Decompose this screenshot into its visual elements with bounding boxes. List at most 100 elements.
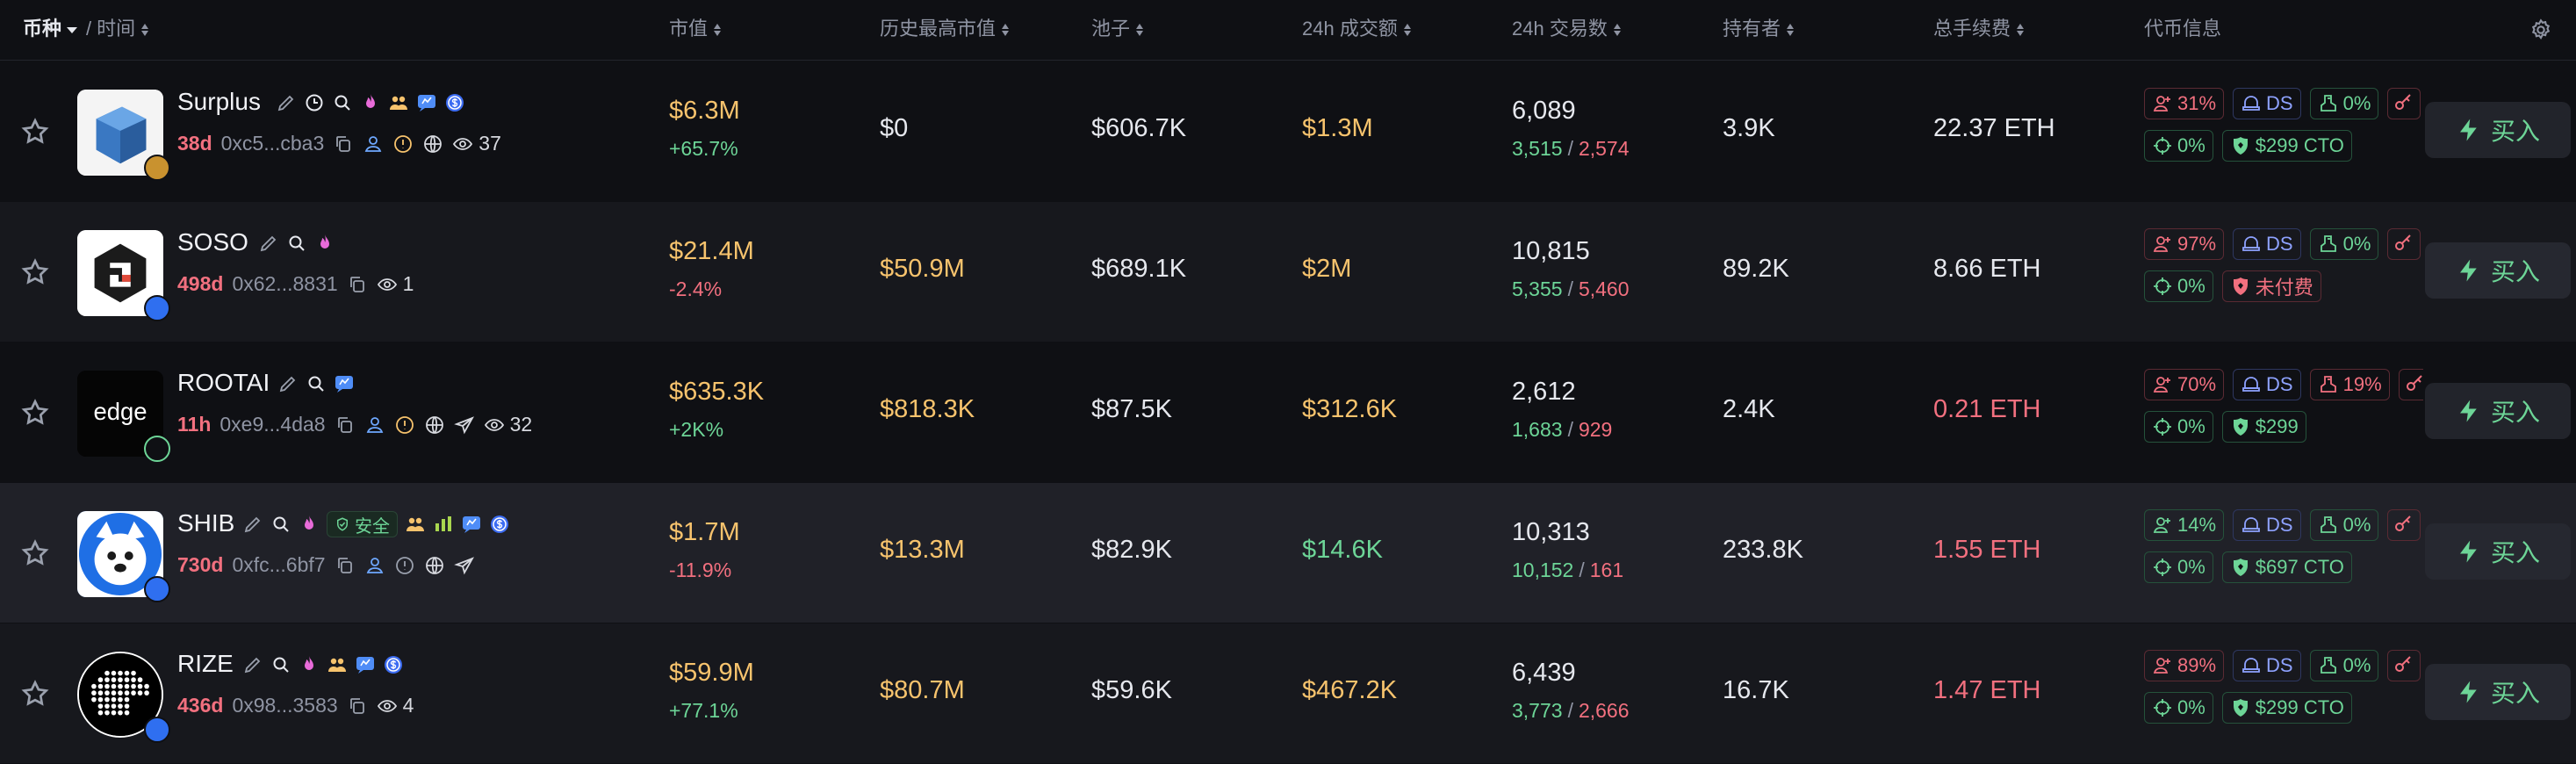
key-tag[interactable] (2398, 369, 2423, 400)
token-address[interactable]: 0xc5...cba3 (221, 132, 325, 155)
sniper-tag[interactable]: 0% (2144, 551, 2213, 583)
token-name[interactable]: SHIB (177, 509, 234, 537)
search-icon[interactable] (306, 373, 327, 394)
table-row[interactable]: edge ROOTAI 11h 0xe9...4da8 32 $635.3K +2K% $81… (0, 342, 2576, 482)
edit-icon[interactable] (276, 92, 297, 113)
sort-icon[interactable] (1613, 22, 1622, 38)
search-icon[interactable] (270, 654, 291, 675)
dex-paid-tag[interactable]: 未付费 (2221, 270, 2321, 302)
key-tag[interactable] (2387, 228, 2421, 260)
copy-icon[interactable] (347, 696, 368, 717)
token-name[interactable]: SOSO (177, 228, 248, 256)
telegram-icon[interactable] (453, 555, 475, 576)
ath-cap-header[interactable]: 历史最高市值 (880, 18, 996, 40)
dev-user-icon[interactable] (363, 133, 384, 155)
key-tag[interactable] (2387, 509, 2421, 541)
dex-paid-tag[interactable]: $299 (2221, 411, 2306, 443)
insider-tag[interactable]: 0% (2309, 228, 2379, 260)
sort-icon[interactable] (2016, 22, 2025, 38)
sort-txns[interactable]: 24h 交易数 (1512, 0, 1622, 60)
table-row[interactable]: SOSO 498d 0x62...8831 1 $21.4M -2.4% $50.9M $68… (0, 202, 2576, 342)
table-row[interactable]: Surplus 38d 0xc5...cba3 37 $6.3M +65.7% $0 $606… (0, 61, 2576, 201)
edit-icon[interactable] (277, 373, 299, 394)
globe-icon[interactable] (424, 414, 445, 436)
star-icon[interactable] (19, 116, 51, 148)
top10-holders-tag[interactable]: 89% (2144, 650, 2225, 681)
top10-holders-tag[interactable]: 14% (2144, 509, 2225, 541)
token-address[interactable]: 0x62...8831 (232, 272, 337, 296)
pool-header[interactable]: 池子 (1091, 18, 1130, 40)
globe-icon[interactable] (422, 133, 443, 155)
search-icon[interactable] (270, 514, 291, 535)
holders-header[interactable]: 持有者 (1723, 18, 1781, 40)
token-address[interactable]: 0xe9...4da8 (219, 413, 325, 436)
token-name[interactable]: RIZE (177, 650, 234, 678)
top10-holders-tag[interactable]: 31% (2144, 88, 2225, 119)
sort-volume[interactable]: 24h 成交额 (1302, 0, 1412, 60)
sort-market-cap[interactable]: 市值 (669, 0, 722, 60)
top10-holders-tag[interactable]: 70% (2144, 369, 2225, 400)
clock-icon[interactable] (304, 92, 325, 113)
buy-button[interactable]: 买入 (2425, 383, 2571, 439)
alert-icon[interactable] (394, 555, 415, 576)
chevron-down-icon[interactable] (67, 26, 78, 33)
gear-icon[interactable] (2529, 18, 2553, 42)
ds-tag[interactable]: DS (2233, 88, 2301, 119)
edit-icon[interactable] (258, 233, 279, 254)
token-name[interactable]: ROOTAI (177, 369, 270, 397)
buy-button[interactable]: 买入 (2425, 102, 2571, 158)
insider-tag[interactable]: 0% (2309, 650, 2379, 681)
alert-icon[interactable] (392, 133, 414, 155)
ds-tag[interactable]: DS (2233, 369, 2301, 400)
dex-paid-tag[interactable]: $697 CTO (2221, 551, 2352, 583)
key-tag[interactable] (2387, 650, 2421, 681)
table-row[interactable]: RIZE 436d 0x98...3583 4 $59.9M +77.1% $80.7M $5… (0, 623, 2576, 763)
txns-header[interactable]: 24h 交易数 (1512, 18, 1608, 40)
sniper-tag[interactable]: 0% (2144, 692, 2213, 724)
key-tag[interactable] (2387, 88, 2421, 119)
sort-icon[interactable] (1001, 22, 1010, 38)
buy-button[interactable]: 买入 (2425, 242, 2571, 299)
table-row[interactable]: SHIB 安全 730d 0xfc...6bf7 $1.7M -11.9% $13.3M $8… (0, 483, 2576, 623)
volume-header[interactable]: 24h 成交额 (1302, 18, 1398, 40)
sort-icon[interactable] (140, 22, 149, 38)
fees-header[interactable]: 总手续费 (1933, 18, 2011, 40)
sort-pool[interactable]: 池子 (1091, 0, 1144, 60)
top10-holders-tag[interactable]: 97% (2144, 228, 2225, 260)
time-label[interactable]: 时间 (97, 18, 135, 40)
sort-ath-cap[interactable]: 历史最高市值 (880, 0, 1010, 60)
sort-fees[interactable]: 总手续费 (1933, 0, 2025, 60)
token-address[interactable]: 0x98...3583 (232, 694, 337, 717)
coin-label[interactable]: 币种 (23, 18, 61, 40)
ds-tag[interactable]: DS (2233, 650, 2301, 681)
edit-icon[interactable] (242, 514, 263, 535)
sort-icon[interactable] (713, 22, 722, 38)
ds-tag[interactable]: DS (2233, 509, 2301, 541)
sort-icon[interactable] (1786, 22, 1795, 38)
token-name[interactable]: Surplus (177, 88, 261, 116)
sort-icon[interactable] (1135, 22, 1144, 38)
dex-paid-tag[interactable]: $299 CTO (2221, 692, 2352, 724)
copy-icon[interactable] (333, 133, 354, 155)
ds-tag[interactable]: DS (2233, 228, 2301, 260)
insider-tag[interactable]: 19% (2309, 369, 2390, 400)
buy-button[interactable]: 买入 (2425, 523, 2571, 580)
sort-coin-header[interactable]: 币种 / 时间 (23, 0, 149, 60)
copy-icon[interactable] (335, 414, 356, 436)
search-icon[interactable] (286, 233, 307, 254)
edit-icon[interactable] (242, 654, 263, 675)
buy-button[interactable]: 买入 (2425, 664, 2571, 720)
copy-icon[interactable] (347, 274, 368, 295)
copy-icon[interactable] (335, 555, 356, 576)
sniper-tag[interactable]: 0% (2144, 411, 2213, 443)
star-icon[interactable] (19, 397, 51, 429)
token-address[interactable]: 0xfc...6bf7 (232, 553, 325, 577)
insider-tag[interactable]: 0% (2309, 509, 2379, 541)
star-icon[interactable] (19, 256, 51, 288)
sniper-tag[interactable]: 0% (2144, 130, 2213, 162)
insider-tag[interactable]: 0% (2309, 88, 2379, 119)
dev-user-icon[interactable] (364, 555, 385, 576)
sniper-tag[interactable]: 0% (2144, 270, 2213, 302)
telegram-icon[interactable] (453, 414, 475, 436)
star-icon[interactable] (19, 537, 51, 569)
